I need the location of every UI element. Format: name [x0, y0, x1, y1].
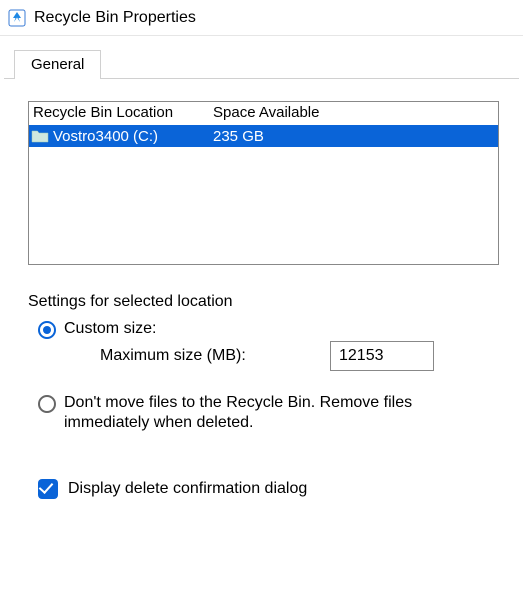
input-max-size[interactable]	[330, 341, 434, 371]
properties-window: Recycle Bin Properties General Recycle B…	[0, 0, 523, 591]
list-header: Recycle Bin Location Space Available	[29, 102, 498, 125]
window-title: Recycle Bin Properties	[34, 9, 196, 27]
checkbox-confirm-dialog[interactable]	[38, 479, 58, 499]
col-header-space[interactable]: Space Available	[209, 102, 498, 125]
radio-group-size: Custom size: Maximum size (MB): Don't mo…	[28, 319, 499, 433]
recycle-bin-icon	[8, 9, 26, 27]
col-header-location[interactable]: Recycle Bin Location	[29, 102, 209, 125]
client-area: General Recycle Bin Location Space Avail…	[0, 36, 523, 499]
list-row[interactable]: Vostro3400 (C:) 235 GB	[29, 125, 498, 147]
option-dont-move[interactable]: Don't move files to the Recycle Bin. Rem…	[38, 393, 499, 433]
titlebar: Recycle Bin Properties	[0, 0, 523, 36]
tab-panel-general: Recycle Bin Location Space Available Vos…	[4, 78, 519, 499]
radio-dont-move[interactable]	[38, 395, 56, 413]
row-max-size: Maximum size (MB):	[38, 341, 499, 371]
tabs-row: General	[0, 44, 523, 78]
label-dont-move: Don't move files to the Recycle Bin. Rem…	[64, 393, 484, 433]
tab-general[interactable]: General	[14, 50, 101, 79]
label-custom-size: Custom size:	[64, 319, 156, 339]
label-confirm-dialog: Display delete confirmation dialog	[68, 480, 307, 498]
label-max-size: Maximum size (MB):	[100, 347, 330, 365]
cell-location-text: Vostro3400 (C:)	[53, 128, 158, 145]
location-list[interactable]: Recycle Bin Location Space Available Vos…	[28, 101, 499, 265]
folder-icon	[31, 129, 49, 143]
settings-title: Settings for selected location	[28, 293, 499, 311]
option-custom-size[interactable]: Custom size:	[38, 319, 499, 339]
cell-location: Vostro3400 (C:)	[29, 128, 209, 145]
radio-custom-size[interactable]	[38, 321, 56, 339]
row-confirm-dialog[interactable]: Display delete confirmation dialog	[28, 479, 499, 499]
cell-space: 235 GB	[209, 128, 498, 145]
